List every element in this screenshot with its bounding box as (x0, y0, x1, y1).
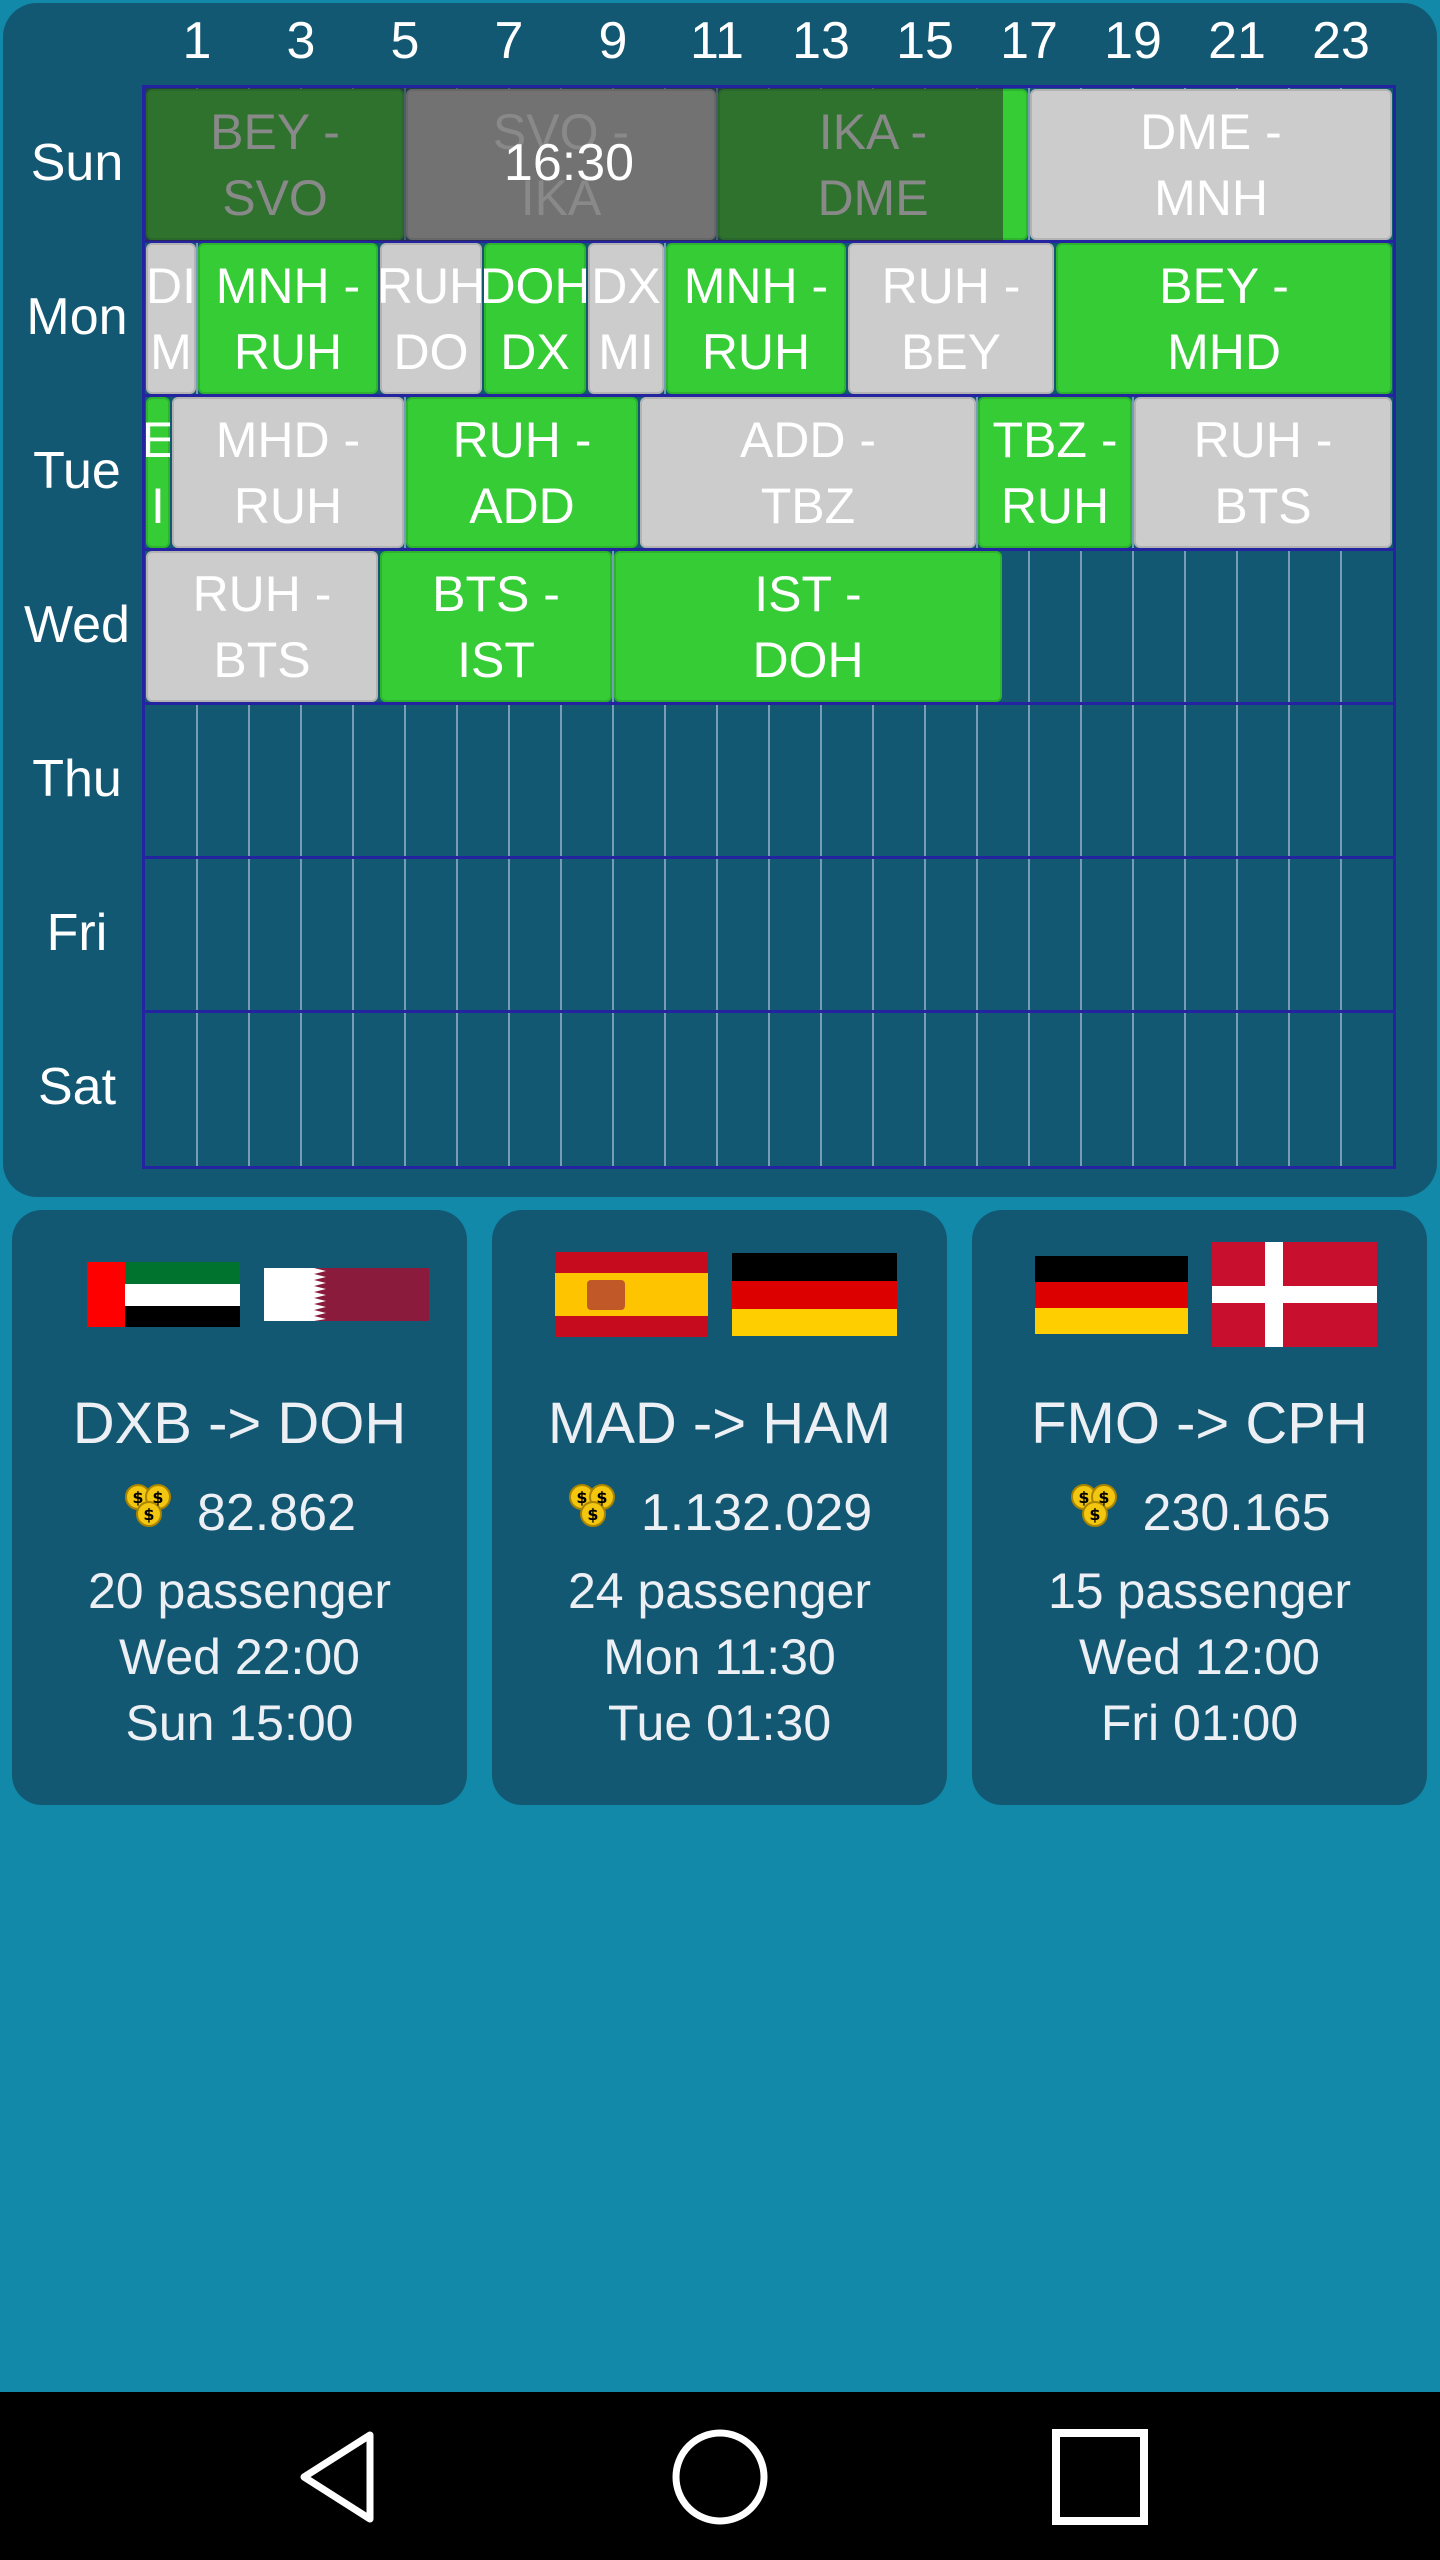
svg-text:$: $ (576, 1488, 587, 1507)
denmark-flag (1212, 1242, 1377, 1347)
recents-icon (1052, 2429, 1148, 2525)
offer-route: DXB -> DOH (72, 1391, 407, 1456)
hour-label: 17 (1000, 12, 1058, 70)
offer-route: MAD -> HAM (547, 1391, 892, 1456)
offer-passengers: 24 passenger (567, 1563, 871, 1619)
current-time-label: 16:30 (503, 134, 635, 192)
germany-flag (1035, 1256, 1188, 1334)
germany-flag (732, 1253, 897, 1336)
offer-arrive: Sun 15:00 (125, 1695, 354, 1751)
flight-block[interactable]: ADD - TBZ (640, 397, 976, 548)
hour-label: 3 (286, 12, 316, 70)
offer-route: FMO -> CPH (1031, 1391, 1368, 1456)
coins-icon: $ $ $ (1069, 1482, 1121, 1543)
day-label-sun: Sun (30, 134, 124, 192)
offer-passengers: 20 passenger (87, 1563, 391, 1619)
flight-block[interactable]: DME - MNH (1030, 89, 1392, 240)
offer-card[interactable]: MAD -> HAM $ $ $ 1.132.029 24 passenger Mo… (492, 1210, 947, 1805)
flight-block[interactable]: DI M (146, 243, 196, 394)
svg-text:$: $ (132, 1488, 143, 1507)
coins-icon: $ $ $ (123, 1482, 175, 1543)
svg-text:$: $ (1089, 1505, 1100, 1524)
flight-block[interactable]: BTS - IST (380, 551, 612, 702)
flight-block[interactable]: BEY - MHD (1056, 243, 1392, 394)
flight-block[interactable]: IKA - DME (718, 89, 1028, 240)
day-gridline (145, 856, 1393, 859)
hour-label: 15 (896, 12, 954, 70)
offer-passengers: 15 passenger (1047, 1563, 1351, 1619)
hour-label: 11 (690, 12, 744, 70)
back-button[interactable] (280, 2422, 400, 2532)
flight-block[interactable]: BEY - SVO (146, 89, 404, 240)
day-gridline (145, 702, 1393, 705)
recents-button[interactable] (1040, 2422, 1160, 2532)
svg-text:$: $ (1078, 1488, 1089, 1507)
offer-money: 82.862 (196, 1483, 357, 1542)
flight-block[interactable]: RUH - ADD (406, 397, 638, 548)
system-nav-bar (0, 2392, 1440, 2560)
day-label-sat: Sat (37, 1058, 117, 1116)
flight-block[interactable]: IST - DOH (614, 551, 1002, 702)
hour-label: 1 (182, 12, 212, 70)
offer-depart: Mon 11:30 (603, 1629, 836, 1685)
hour-label: 23 (1312, 12, 1370, 70)
schedule-grid[interactable]: BEY - SVO SVO - IKA IKA - DME DME - MNH DI M… (142, 85, 1396, 1169)
flight-block[interactable]: MNH - RUH (666, 243, 846, 394)
home-button[interactable] (660, 2422, 780, 2532)
flight-block[interactable]: MNH - RUH (198, 243, 378, 394)
offer-arrive: Fri 01:00 (1100, 1695, 1299, 1751)
flight-block[interactable]: RUH - BTS (146, 551, 378, 702)
day-label-tue: Tue (33, 442, 121, 500)
back-icon (300, 2431, 374, 2523)
hour-label: 7 (494, 12, 524, 70)
flight-block[interactable]: RUH - BEY (848, 243, 1054, 394)
offer-card[interactable]: DXB -> DOH $ $ $ 82.862 20 passenger Wed 2… (12, 1210, 467, 1805)
day-label-wed: Wed (24, 596, 130, 654)
hour-label: 9 (598, 12, 628, 70)
flight-block[interactable]: E I (146, 397, 170, 548)
offer-money: 1.132.029 (640, 1483, 873, 1542)
flight-block[interactable]: DOH DX (484, 243, 586, 394)
svg-text:$: $ (587, 1505, 598, 1524)
flight-block[interactable]: DX MI (588, 243, 664, 394)
day-label-fri: Fri (46, 904, 108, 962)
offer-depart: Wed 22:00 (119, 1629, 360, 1685)
hour-label: 19 (1104, 12, 1162, 70)
hour-label: 21 (1208, 12, 1266, 70)
offer-arrive: Tue 01:30 (607, 1695, 832, 1751)
spain-flag (555, 1252, 708, 1337)
hour-label: 13 (792, 12, 850, 70)
offer-money: 230.165 (1142, 1483, 1331, 1542)
day-gridline (145, 1010, 1393, 1013)
flight-block[interactable]: MHD - RUH (172, 397, 404, 548)
svg-text:$: $ (143, 1505, 154, 1524)
day-label-thu: Thu (32, 750, 122, 808)
day-label-mon: Mon (26, 288, 128, 346)
qatar-flag (264, 1268, 429, 1321)
offer-card[interactable]: FMO -> CPH $ $ $ 230.165 15 passenger Wed … (972, 1210, 1427, 1805)
flight-block[interactable]: TBZ - RUH (978, 397, 1132, 548)
hour-label: 5 (390, 12, 420, 70)
offer-depart: Wed 12:00 (1079, 1629, 1320, 1685)
coins-icon: $ $ $ (567, 1482, 619, 1543)
uae-flag (87, 1262, 240, 1327)
flight-block[interactable]: RUH - BTS (1134, 397, 1392, 548)
home-icon (672, 2429, 768, 2525)
flight-block[interactable]: RUH DO (380, 243, 482, 394)
